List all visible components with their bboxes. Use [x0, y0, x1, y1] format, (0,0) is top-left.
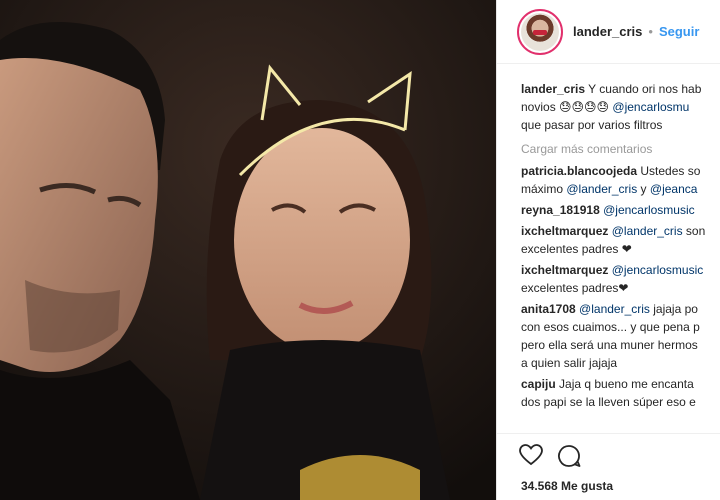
comment: capiju Jaja q bueno me encanta dos papi s… — [521, 375, 720, 411]
comment-text: dos papi se la lleven súper eso e — [521, 395, 696, 409]
caption-mention[interactable]: @jencarlosmu — [612, 100, 689, 114]
comment-line: capiju Jaja q bueno me encanta — [521, 375, 720, 393]
avatar[interactable] — [517, 8, 563, 55]
caption-username[interactable]: lander_cris — [521, 82, 585, 96]
caption: lander_cris Y cuando ori nos hab novios … — [521, 80, 720, 134]
comment-line: reyna_181918 @jencarlosmusic — [521, 201, 720, 219]
comment-username[interactable]: reyna_181918 — [521, 203, 600, 217]
comment-line: ixcheltmarquez @jencarlosmusic — [521, 261, 720, 279]
comment: ixcheltmarquez @lander_cris son excelente… — [521, 222, 720, 258]
comment-line: pero ella será una muner hermos — [521, 336, 720, 354]
mention-link[interactable]: @jencarlosmusic — [612, 263, 704, 277]
post-header: lander_cris • Seguir — [497, 0, 720, 64]
comment: patricia.blancoojeda Ustedes so máximo @l… — [521, 162, 720, 198]
mention-link[interactable]: @jencarlosmusic — [603, 203, 695, 217]
instagram-post: lander_cris • Seguir lander_cris Y cuand… — [0, 0, 720, 500]
comment-text: son — [682, 224, 706, 238]
comment-username[interactable]: capiju — [521, 377, 556, 391]
caption-text-line-3: que pasar por varios filtros — [521, 118, 663, 132]
post-username[interactable]: lander_cris — [573, 24, 642, 39]
separator-dot: • — [648, 24, 653, 39]
comments-list: lander_cris Y cuando ori nos hab novios … — [521, 80, 720, 414]
caption-text-line-2: novios 😓😓😓😓 — [521, 100, 613, 114]
comment-line: anita1708 @lander_cris jajaja po — [521, 300, 720, 318]
post-sidebar: lander_cris • Seguir lander_cris Y cuand… — [496, 0, 720, 500]
comment-line: dos papi se la lleven súper eso e — [521, 393, 720, 411]
likes-count[interactable]: 34.568 Me gusta — [521, 479, 613, 493]
mention-link[interactable]: @lander_cris — [566, 182, 637, 196]
comment-text: y — [637, 182, 650, 196]
comment: reyna_181918 @jencarlosmusic — [521, 201, 720, 219]
comment-line: excelentes padres❤ — [521, 279, 720, 297]
comment-text: máximo — [521, 182, 567, 196]
comment-line: con esos cuaimos... y que pena p — [521, 318, 720, 336]
photo-illustration — [0, 0, 496, 500]
post-actions: 34.568 Me gusta — [497, 433, 720, 500]
heart-icon[interactable] — [519, 444, 543, 473]
comment-icon[interactable] — [557, 444, 581, 473]
mention-link[interactable]: @lander_cris — [612, 224, 683, 238]
comment-username[interactable]: patricia.blancoojeda — [521, 164, 637, 178]
post-photo[interactable] — [0, 0, 496, 500]
comment-line: patricia.blancoojeda Ustedes so — [521, 162, 720, 180]
comment-container: patricia.blancoojeda Ustedes so máximo @l… — [521, 162, 720, 411]
caption-text-line-1: Y cuando ori nos hab — [588, 82, 702, 96]
comment-line: ixcheltmarquez @lander_cris son — [521, 222, 720, 240]
comment-text: excelentes padres❤ — [521, 281, 629, 295]
comment: anita1708 @lander_cris jajaja po con esos… — [521, 300, 720, 372]
comment-text: excelentes padres ❤ — [521, 242, 632, 256]
comment-line: máximo @lander_cris y @jeanca — [521, 180, 720, 198]
comment: ixcheltmarquez @jencarlosmusic excelentes… — [521, 261, 720, 297]
comment-text: a quien salir jajaja — [521, 356, 618, 370]
comment-text: Jaja q bueno me encanta — [555, 377, 694, 391]
mention-link[interactable]: @jeanca — [650, 182, 698, 196]
comment-username[interactable]: ixcheltmarquez — [521, 263, 608, 277]
comment-line: a quien salir jajaja — [521, 354, 720, 372]
mention-link[interactable]: @lander_cris — [579, 302, 650, 316]
comment-text: Ustedes so — [637, 164, 701, 178]
comment-username[interactable]: anita1708 — [521, 302, 576, 316]
load-more-comments-link[interactable]: Cargar más comentarios — [521, 140, 720, 158]
comment-text: jajaja po — [649, 302, 698, 316]
comment-username[interactable]: ixcheltmarquez — [521, 224, 608, 238]
comment-text: pero ella será una muner hermos — [521, 338, 698, 352]
comment-text: con esos cuaimos... y que pena p — [521, 320, 700, 334]
comment-line: excelentes padres ❤ — [521, 240, 720, 258]
follow-button[interactable]: Seguir — [659, 24, 699, 39]
